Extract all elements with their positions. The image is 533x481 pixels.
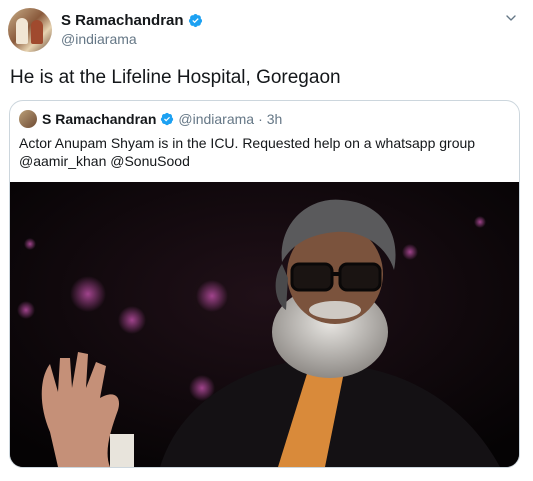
- verified-badge-icon: [188, 13, 202, 28]
- quoted-tweet-header: S Ramachandran @indiarama · 3h: [19, 110, 282, 128]
- author-avatar[interactable]: [8, 8, 52, 52]
- tweet-text: He is at the Lifeline Hospital, Goregaon: [10, 67, 341, 88]
- author-handle[interactable]: @indiarama: [61, 31, 137, 47]
- separator-dot: ·: [258, 111, 263, 127]
- tweet-card: S Ramachandran @indiarama He is at the L…: [0, 0, 533, 481]
- quoted-tweet-photo[interactable]: [10, 182, 519, 467]
- author-name-row[interactable]: S Ramachandran: [61, 12, 203, 29]
- quoted-timestamp[interactable]: 3h: [267, 111, 283, 127]
- quoted-author-name[interactable]: S Ramachandran: [42, 111, 156, 127]
- quoted-author-handle[interactable]: @indiarama: [178, 111, 254, 127]
- verified-badge-icon: [161, 112, 174, 126]
- quoted-author-avatar[interactable]: [19, 110, 37, 128]
- author-name[interactable]: S Ramachandran: [61, 12, 184, 29]
- quoted-text-line-2[interactable]: @aamir_khan @SonuSood: [19, 152, 509, 170]
- photo-illustration: [10, 182, 519, 467]
- quoted-tweet-text: Actor Anupam Shyam is in the ICU. Reques…: [19, 134, 509, 170]
- quoted-tweet[interactable]: S Ramachandran @indiarama · 3h Actor Anu…: [9, 100, 520, 468]
- chevron-down-icon[interactable]: [503, 10, 519, 26]
- quoted-text-line-1: Actor Anupam Shyam is in the ICU. Reques…: [19, 135, 476, 151]
